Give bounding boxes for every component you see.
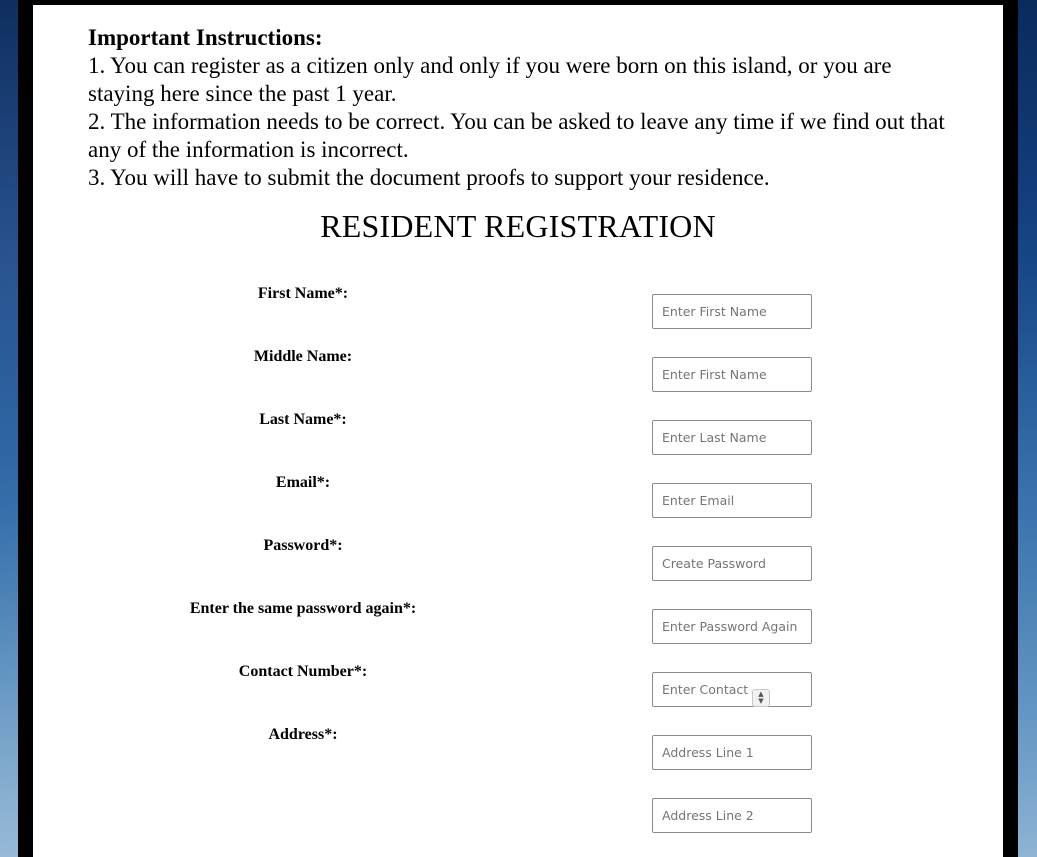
confirm-password-label: Enter the same password again*: (189, 600, 417, 617)
email-label: Email*: (275, 474, 331, 491)
instruction-line-3: 3. You will have to submit the document … (88, 165, 770, 190)
contact-number-row: Contact Number*: (33, 663, 1003, 713)
number-spinner-icon[interactable]: ▲ ▼ (752, 689, 770, 707)
contact-number-input[interactable] (652, 672, 812, 707)
confirm-password-input[interactable] (652, 609, 812, 644)
middle-name-input[interactable] (652, 357, 812, 392)
first-name-row: First Name*: (33, 285, 1003, 335)
instructions-heading: Important Instructions: (88, 25, 323, 50)
instruction-line-2: 2. The information needs to be correct. … (88, 109, 945, 162)
first-name-input[interactable] (652, 294, 812, 329)
address-line-2-input[interactable] (652, 798, 812, 833)
password-label: Password*: (263, 537, 343, 554)
first-name-label: First Name*: (257, 285, 349, 302)
email-row: Email*: (33, 474, 1003, 524)
instructions-block: Important Instructions: 1. You can regis… (88, 24, 958, 192)
address-label: Address*: (268, 726, 338, 743)
address-line-1-input[interactable] (652, 735, 812, 770)
contact-number-label: Contact Number*: (238, 663, 368, 680)
registration-panel: Important Instructions: 1. You can regis… (33, 5, 1003, 857)
email-input[interactable] (652, 483, 812, 518)
last-name-label: Last Name*: (259, 411, 347, 428)
spinner-down-icon[interactable]: ▼ (758, 698, 763, 705)
form-title: RESIDENT REGISTRATION (320, 208, 716, 244)
address-line-2-row (33, 789, 1003, 839)
address-row: Address*: (33, 726, 1003, 776)
middle-name-label: Middle Name: (253, 348, 353, 365)
instruction-line-1: 1. You can register as a citizen only an… (88, 53, 892, 106)
password-row: Password*: (33, 537, 1003, 587)
password-input[interactable] (652, 546, 812, 581)
last-name-input[interactable] (652, 420, 812, 455)
last-name-row: Last Name*: (33, 411, 1003, 461)
middle-name-row: Middle Name: (33, 348, 1003, 398)
confirm-password-row: Enter the same password again*: (33, 600, 1003, 650)
